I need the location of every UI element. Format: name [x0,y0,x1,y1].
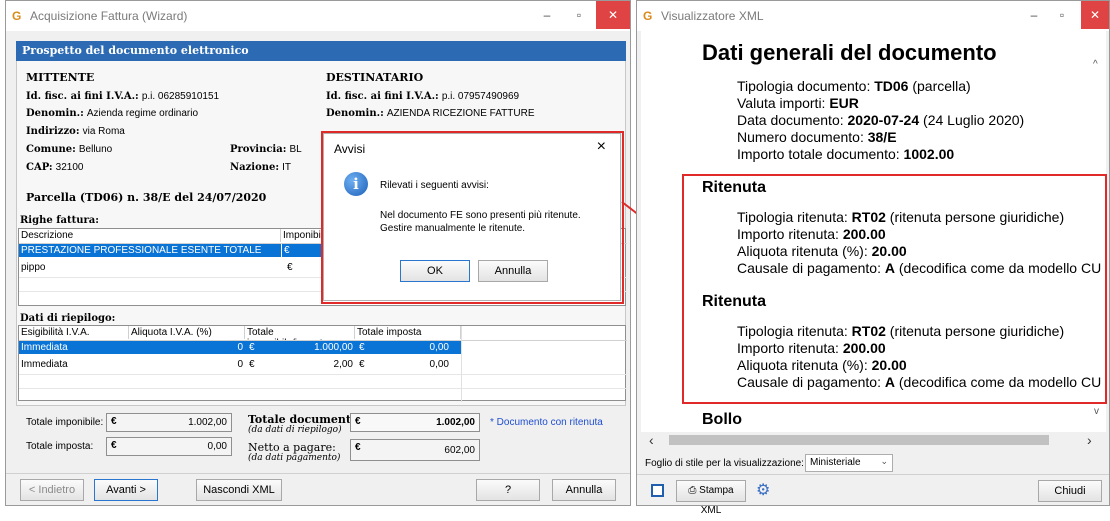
mittente-heading: MITTENTE [26,71,95,84]
close-viewer-button[interactable]: Chiudi [1038,480,1102,502]
back-button[interactable]: < Indietro [20,479,84,501]
riepilogo-esigibilita[interactable]: Immediata [19,358,129,371]
dialog-highlight [321,131,624,304]
destinatario-idfisc: Id. fisc. ai fini I.V.A.: p.i. 079574909… [326,91,520,102]
data-line: Data documento: 2020-07-24 (24 Luglio 20… [737,112,1025,128]
riepilogo-imponibile: 1.000,00 [261,341,355,354]
scroll-thumb[interactable] [669,435,1049,445]
riepilogo-aliquota: 0 [129,341,245,354]
stylesheet-select[interactable]: Ministeriale ⌄ [805,454,893,472]
ritenute-highlight [682,174,1107,404]
tipologia-line: Tipologia documento: TD06 (parcella) [737,78,971,94]
scroll-right-arrow[interactable]: › [1087,432,1092,448]
mittente-denom: Denomin.: Azienda regime ordinario [26,108,199,119]
riepilogo-imponibile: 2,00 [333,359,353,370]
chevron-down-icon: ⌄ [880,456,888,466]
bollo-heading: Bollo [702,411,742,428]
left-window-title: Acquisizione Fattura (Wizard) [30,9,188,23]
stylesheet-label: Foglio di stile per la visualizzazione: [645,458,804,469]
riepilogo-header-imponibile[interactable]: Totale imponibile/importo [245,326,355,349]
print-xml-button[interactable]: ⎙ Stampa XML [676,480,746,516]
riepilogo-label: Dati di riepilogo: [20,313,116,324]
riepilogo-header-aliquota[interactable]: Aliquota I.V.A. (%) [129,326,245,339]
ritenuta-note: * Documento con ritenuta [490,417,603,428]
riepilogo-cur1: € [247,341,261,354]
riepilogo-imposta: 0,00 [429,359,449,370]
mittente-comune: Comune: Belluno [26,144,113,155]
stylesheet-value: Ministeriale [810,457,861,468]
close-button[interactable]: ✕ [1081,1,1109,29]
maximize-button[interactable]: ▫ [1045,1,1079,29]
settings-icon[interactable]: ⚙ [756,480,770,500]
destinatario-heading: DESTINATARIO [326,71,424,84]
minimize-button[interactable]: – [530,1,564,29]
totale-imponibile-field: € 1.002,00 [106,413,232,432]
section-title: Prospetto del documento elettronico [16,41,626,61]
left-titlebar: G Acquisizione Fattura (Wizard) – ▫ ✕ [6,1,630,31]
riepilogo-cur2: € [357,341,371,354]
totale-documento-field: € 1.002,00 [350,413,480,432]
right-window-title: Visualizzatore XML [661,9,764,23]
app-logo-icon: G [12,9,22,23]
righe-row[interactable]: PRESTAZIONE PROFESSIONALE ESENTE TOTALE [19,244,281,257]
valuta-line: Valuta importi: EUR [737,95,859,111]
next-button[interactable]: Avanti > [94,479,158,501]
close-button[interactable]: ✕ [596,1,630,29]
righe-row[interactable]: pippo [19,261,281,274]
riepilogo-header-imposta[interactable]: Totale imposta [355,326,461,339]
numero-line: Numero documento: 38/E [737,129,897,145]
netto-pagare-field: € 602,00 [350,439,480,461]
document-title: Parcella (TD06) n. 38/E del 24/07/2020 [26,191,267,204]
help-button[interactable]: ? [476,479,540,501]
destinatario-denom: Denomin.: AZIENDA RICEZIONE FATTURE [326,108,535,119]
righe-label: Righe fattura: [20,215,99,226]
maximize-button[interactable]: ▫ [562,1,596,29]
vertical-scroll-up-arrow[interactable]: ^ [1093,59,1098,70]
riepilogo-header-esigibilita[interactable]: Esigibilità I.V.A. [19,326,129,339]
netto-pagare-sub: (da dati pagamento) [248,453,341,463]
totale-imposta-field: € 0,00 [106,437,232,456]
riepilogo-aliquota: 0 [237,359,243,370]
riepilogo-imposta: 0,00 [371,341,451,354]
riepilogo-cur2: € [359,359,365,370]
cancel-button[interactable]: Annulla [552,479,616,501]
riepilogo-grid[interactable]: Esigibilità I.V.A. Aliquota I.V.A. (%) T… [18,325,627,402]
scroll-left-arrow[interactable]: ‹ [649,432,654,448]
importo-line: Importo totale documento: 1002.00 [737,146,955,162]
riepilogo-cur1: € [249,359,255,370]
app-logo-icon: G [643,9,653,23]
mittente-indirizzo: Indirizzo: via Roma [26,126,125,137]
right-titlebar: G Visualizzatore XML – ▫ ✕ [637,1,1109,31]
save-icon[interactable] [651,484,664,497]
mittente-idfisc: Id. fisc. ai fini I.V.A.: p.i. 062859101… [26,91,220,102]
printer-icon: ⎙ [688,485,697,496]
righe-header-descrizione[interactable]: Descrizione [19,229,281,242]
hide-xml-button[interactable]: Nascondi XML [196,479,282,501]
horizontal-scrollbar[interactable]: ‹ › [641,432,1106,448]
vertical-scroll-down-arrow[interactable]: v [1094,406,1099,417]
totale-imposta-label: Totale imposta: [26,441,94,452]
mittente-nazione: Nazione: IT [230,162,292,173]
mittente-cap: CAP: 32100 [26,162,84,173]
dati-generali-heading: Dati generali del documento [702,40,997,65]
mittente-provincia: Provincia: BL [230,144,302,155]
totale-documento-sub: (da dati di riepilogo) [248,425,342,435]
riepilogo-esigibilita: Immediata [19,341,129,354]
totale-imponibile-label: Totale imponibile: [26,417,104,428]
